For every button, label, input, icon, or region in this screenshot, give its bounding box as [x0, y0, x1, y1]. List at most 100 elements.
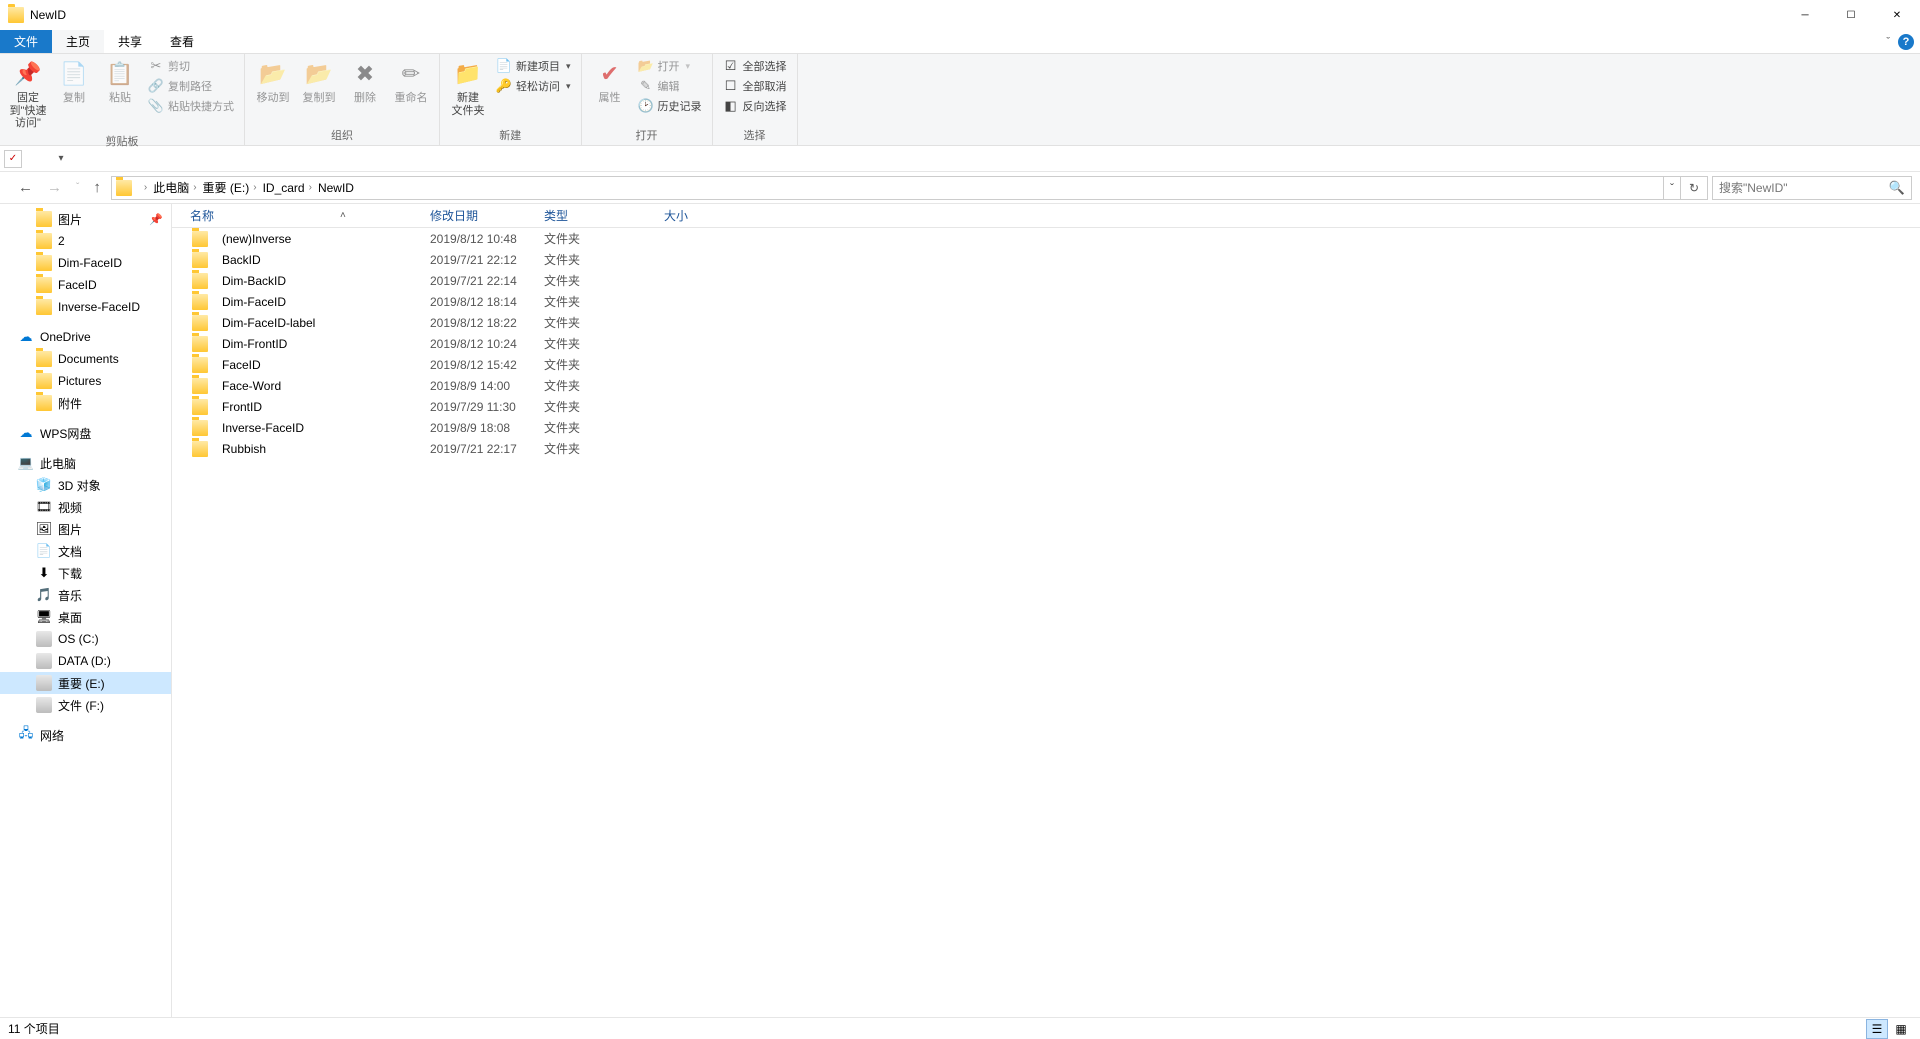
tree-datad[interactable]: DATA (D:) — [0, 650, 171, 672]
moveto-icon: 📂 — [257, 58, 289, 90]
view-details-button[interactable]: ☰ — [1866, 1019, 1888, 1039]
easy-access-button[interactable]: 🔑轻松访问▾ — [492, 76, 575, 96]
file-row[interactable]: Face-Word2019/8/9 14:00文件夹 — [172, 375, 1920, 396]
file-row[interactable]: FrontID2019/7/29 11:30文件夹 — [172, 396, 1920, 417]
column-date[interactable]: 修改日期 — [430, 204, 544, 227]
file-row[interactable]: Rubbish2019/7/21 22:17文件夹 — [172, 438, 1920, 459]
copyto-button[interactable]: 📂复制到 — [297, 56, 341, 107]
picture-icon: 🖼 — [36, 521, 52, 537]
select-all-button[interactable]: ☑全部选择 — [719, 56, 791, 76]
up-button[interactable]: ↑ — [93, 179, 101, 196]
tree-dimfaceid[interactable]: Dim-FaceID — [0, 252, 171, 274]
forward-button[interactable]: → — [47, 179, 62, 196]
search-input[interactable] — [1719, 181, 1889, 195]
history-button[interactable]: 🕑历史记录 — [634, 96, 706, 116]
refresh-button[interactable]: ↻ — [1680, 177, 1707, 199]
file-type: 文件夹 — [544, 419, 664, 436]
recent-dropdown[interactable]: ˇ — [76, 182, 79, 193]
back-button[interactable]: ← — [18, 179, 33, 196]
tree-docs[interactable]: 📄文档 — [0, 540, 171, 562]
address-bar[interactable]: › 此电脑› 重要 (E:)› ID_card› NewID ˇ ↻ — [111, 176, 1708, 200]
address-dropdown-icon[interactable]: ˇ — [1663, 177, 1680, 199]
tree-wps[interactable]: ☁WPS网盘 — [0, 422, 171, 444]
tree-inversefaceid[interactable]: Inverse-FaceID — [0, 296, 171, 318]
crumb-root[interactable]: › — [136, 177, 149, 199]
maximize-button[interactable]: ☐ — [1828, 0, 1874, 30]
invert-selection-button[interactable]: ◧反向选择 — [719, 96, 791, 116]
qa-check-icon[interactable]: ✓ — [4, 150, 22, 168]
column-name[interactable]: 名称˄ — [172, 204, 430, 227]
search-icon[interactable]: 🔍 — [1889, 180, 1905, 196]
rename-button[interactable]: ✏重命名 — [389, 56, 433, 107]
tab-view[interactable]: 查看 — [156, 30, 208, 53]
paste-button[interactable]: 📋粘贴 — [98, 56, 142, 107]
file-row[interactable]: Dim-FaceID2019/8/12 18:14文件夹 — [172, 291, 1920, 312]
nav-tree[interactable]: 图片📌 2 Dim-FaceID FaceID Inverse-FaceID ☁… — [0, 204, 172, 1017]
search-box[interactable]: 🔍 — [1712, 176, 1912, 200]
crumb-drive[interactable]: 重要 (E:)› — [199, 177, 259, 199]
easyaccess-label: 轻松访问 — [516, 78, 560, 94]
tree-3dobjects[interactable]: 🧊3D 对象 — [0, 474, 171, 496]
ribbon-collapse-icon[interactable]: ˇ — [1886, 36, 1890, 48]
minimize-button[interactable]: ─ — [1782, 0, 1828, 30]
cut-button[interactable]: ✂剪切 — [144, 56, 238, 76]
moveto-button[interactable]: 📂移动到 — [251, 56, 295, 107]
properties-button[interactable]: ✔属性 — [588, 56, 632, 107]
file-row[interactable]: Dim-FaceID-label2019/8/12 18:22文件夹 — [172, 312, 1920, 333]
help-icon[interactable]: ? — [1898, 34, 1914, 50]
crumb-idcard[interactable]: ID_card› — [259, 177, 314, 199]
view-icons-button[interactable]: ▦ — [1890, 1019, 1912, 1039]
tree-pics[interactable]: 🖼图片 — [0, 518, 171, 540]
crumb-newid[interactable]: NewID — [314, 177, 356, 199]
file-row[interactable]: Dim-FrontID2019/8/12 10:24文件夹 — [172, 333, 1920, 354]
tree-2[interactable]: 2 — [0, 230, 171, 252]
invert-icon: ◧ — [723, 98, 739, 114]
open-button[interactable]: 📂打开▾ — [634, 56, 706, 76]
paste-shortcut-button[interactable]: 📎粘贴快捷方式 — [144, 96, 238, 116]
new-item-button[interactable]: 📄新建项目▾ — [492, 56, 575, 76]
tree-desktop[interactable]: 🖥桌面 — [0, 606, 171, 628]
crumb-pc[interactable]: 此电脑› — [149, 177, 198, 199]
qa-dropdown-icon[interactable]: ▾ — [52, 150, 70, 168]
file-date: 2019/7/21 22:12 — [430, 253, 544, 267]
close-button[interactable]: ✕ — [1874, 0, 1920, 30]
copy-path-button[interactable]: 🔗复制路径 — [144, 76, 238, 96]
tree-faceid[interactable]: FaceID — [0, 274, 171, 296]
tree-attach[interactable]: 附件 — [0, 392, 171, 414]
tab-home[interactable]: 主页 — [52, 30, 104, 53]
tree-pictures2[interactable]: Pictures — [0, 370, 171, 392]
tree-downloads[interactable]: ⬇下载 — [0, 562, 171, 584]
tree-music[interactable]: 🎵音乐 — [0, 584, 171, 606]
file-row[interactable]: BackID2019/7/21 22:12文件夹 — [172, 249, 1920, 270]
file-list[interactable]: 名称˄ 修改日期 类型 大小 (new)Inverse2019/8/12 10:… — [172, 204, 1920, 1017]
tree-network[interactable]: 🖧网络 — [0, 724, 171, 746]
ribbon-right: ˇ ? — [1880, 30, 1920, 53]
file-row[interactable]: (new)Inverse2019/8/12 10:48文件夹 — [172, 228, 1920, 249]
new-folder-button[interactable]: 📁新建 文件夹 — [446, 56, 490, 119]
file-row[interactable]: Inverse-FaceID2019/8/9 18:08文件夹 — [172, 417, 1920, 438]
tree-videos[interactable]: 🎞视频 — [0, 496, 171, 518]
file-row[interactable]: Dim-BackID2019/7/21 22:14文件夹 — [172, 270, 1920, 291]
tree-filef[interactable]: 文件 (F:) — [0, 694, 171, 716]
qa-folder-icon[interactable] — [28, 150, 46, 168]
tree-documents[interactable]: Documents — [0, 348, 171, 370]
tab-share[interactable]: 共享 — [104, 30, 156, 53]
tree-osc[interactable]: OS (C:) — [0, 628, 171, 650]
file-date: 2019/8/12 10:24 — [430, 337, 544, 351]
tab-file[interactable]: 文件 — [0, 30, 52, 53]
select-none-button[interactable]: ☐全部取消 — [719, 76, 791, 96]
pasteshortcut-icon: 📎 — [148, 98, 164, 114]
file-name: Dim-FrontID — [222, 337, 287, 351]
pin-to-quickaccess-button[interactable]: 📌固定到"快速访问" — [6, 56, 50, 132]
tree-impe[interactable]: 重要 (E:) — [0, 672, 171, 694]
copy-button[interactable]: 📄复制 — [52, 56, 96, 107]
edit-button[interactable]: ✎编辑 — [634, 76, 706, 96]
tree-thispc[interactable]: 💻此电脑 — [0, 452, 171, 474]
column-size[interactable]: 大小 — [664, 204, 744, 227]
file-row[interactable]: FaceID2019/8/12 15:42文件夹 — [172, 354, 1920, 375]
tree-pictures[interactable]: 图片📌 — [0, 208, 171, 230]
delete-button[interactable]: ✖删除 — [343, 56, 387, 107]
column-date-label: 修改日期 — [430, 207, 478, 224]
column-type[interactable]: 类型 — [544, 204, 664, 227]
tree-onedrive[interactable]: ☁OneDrive — [0, 326, 171, 348]
